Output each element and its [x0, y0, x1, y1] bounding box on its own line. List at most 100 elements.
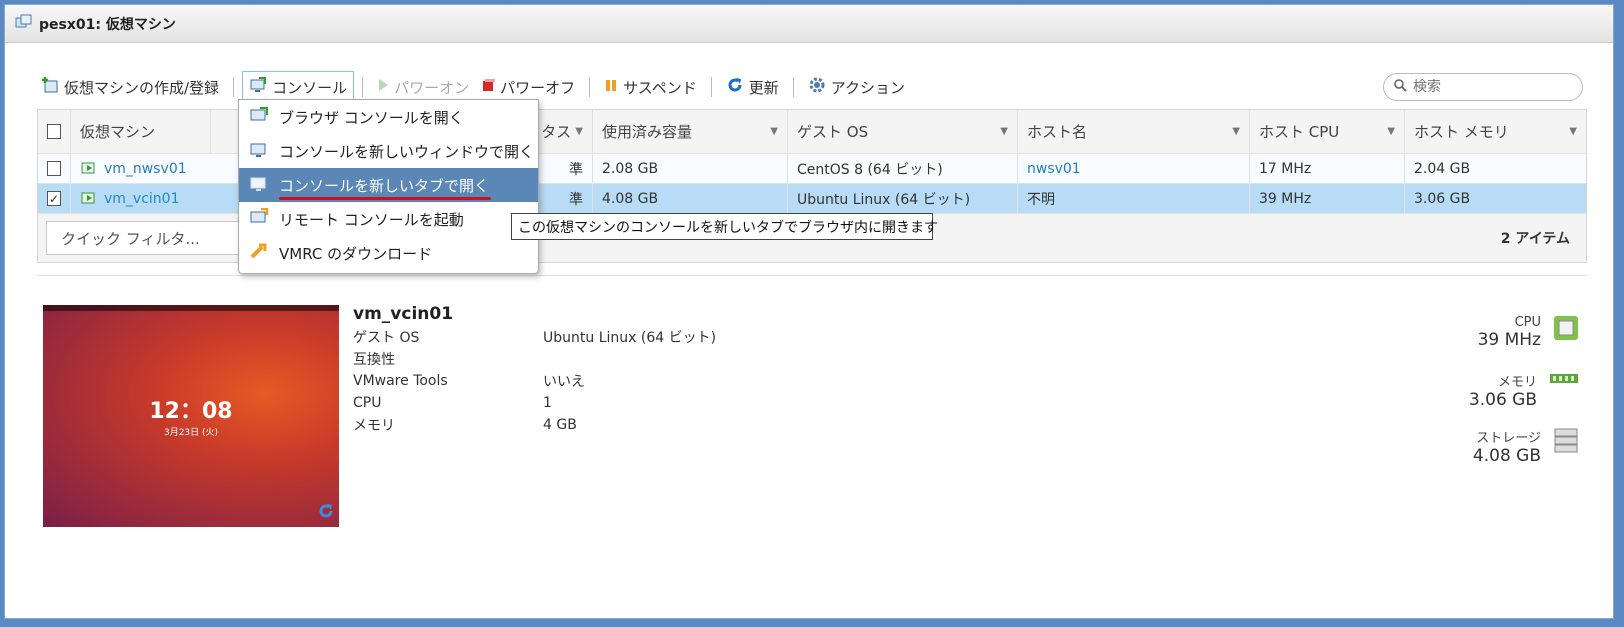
- column-header-cpu[interactable]: ホスト CPU ▼: [1250, 110, 1405, 153]
- row-checkbox[interactable]: [47, 161, 61, 176]
- storage-icon: [1553, 427, 1579, 457]
- host-cell: 不明: [1018, 184, 1250, 213]
- column-header-memory[interactable]: ホスト メモリ ▼: [1405, 110, 1586, 153]
- property-row: 互換性: [353, 348, 716, 370]
- menu-item-label: ブラウザ コンソールを開く: [279, 108, 464, 127]
- refresh-button[interactable]: 更新: [720, 72, 785, 102]
- column-label: ホスト CPU: [1259, 123, 1340, 141]
- resource-memory: メモリ 3.06 GB: [1399, 371, 1579, 427]
- select-all-checkbox[interactable]: [47, 124, 61, 139]
- menu-item-open-browser-console[interactable]: ブラウザ コンソールを開く: [239, 100, 538, 134]
- property-row: VMware Tools いいえ: [353, 370, 716, 392]
- console-thumbnail[interactable]: 12：08 3月23日 (火): [43, 305, 339, 527]
- cpu-value: 17 MHz: [1259, 160, 1312, 177]
- vm-properties: ゲスト OS Ubuntu Linux (64 ビット) 互換性 VMware T…: [353, 326, 716, 436]
- status-value: 準: [569, 161, 583, 178]
- suspend-label: サスペンド: [623, 78, 697, 97]
- column-label: 仮想マシン: [80, 123, 156, 141]
- property-key: ゲスト OS: [353, 330, 420, 346]
- property-value: いいえ: [543, 374, 585, 390]
- used-cell: 2.08 GB: [593, 154, 788, 183]
- remote-console-icon: [249, 207, 269, 230]
- host-link[interactable]: nwsv01: [1027, 161, 1081, 177]
- used-cell: 4.08 GB: [593, 184, 788, 213]
- search-input[interactable]: [1413, 79, 1573, 95]
- menu-item-launch-remote-console[interactable]: リモート コンソールを起動: [239, 202, 538, 236]
- memory-icon: [1549, 371, 1579, 391]
- guest-os-value: CentOS 8 (64 ビット): [797, 161, 943, 178]
- toolbar-separator: [362, 77, 364, 97]
- chevron-down-icon: ▼: [770, 126, 778, 137]
- chevron-down-icon: ▼: [1000, 126, 1008, 137]
- status-value: 準: [569, 191, 583, 208]
- property-row: メモリ 4 GB: [353, 414, 716, 436]
- menu-item-download-vmrc[interactable]: VMRC のダウンロード: [239, 236, 538, 270]
- cpu-cell: 39 MHz: [1250, 184, 1405, 213]
- column-header-name[interactable]: 仮想マシン: [71, 110, 211, 153]
- vm-icon: [80, 159, 98, 179]
- resource-label: ストレージ: [1476, 431, 1541, 446]
- column-label: ホスト メモリ: [1414, 123, 1509, 141]
- property-value: 4 GB: [543, 417, 577, 433]
- row-select-cell[interactable]: ✓: [38, 184, 71, 213]
- detail-vm-name: vm_vcin01: [353, 304, 454, 324]
- search-box[interactable]: [1383, 73, 1583, 101]
- resource-label: CPU: [1514, 315, 1541, 330]
- used-value: 4.08 GB: [602, 190, 659, 207]
- property-key: VMware Tools: [353, 373, 448, 389]
- memory-cell: 2.04 GB: [1405, 154, 1586, 183]
- property-row: ゲスト OS Ubuntu Linux (64 ビット): [353, 326, 716, 348]
- actions-button[interactable]: アクション: [802, 72, 911, 102]
- vm-name-link[interactable]: vm_nwsv01: [104, 161, 187, 177]
- suspend-button[interactable]: サスペンド: [598, 73, 703, 102]
- browser-console-icon: [249, 106, 269, 128]
- toolbar-separator: [710, 77, 712, 97]
- power-off-button[interactable]: パワーオフ: [475, 73, 581, 102]
- row-checkbox-checked[interactable]: ✓: [47, 191, 61, 206]
- property-value: 1: [543, 395, 552, 411]
- chevron-down-icon: ▼: [1387, 126, 1395, 137]
- select-all-cell[interactable]: [38, 110, 71, 153]
- vm-name-link[interactable]: vm_vcin01: [104, 191, 179, 207]
- column-label: ゲスト OS: [797, 123, 869, 141]
- create-vm-label: 仮想マシンの作成/登録: [64, 78, 220, 97]
- create-vm-button[interactable]: 仮想マシンの作成/登録: [35, 72, 225, 102]
- power-on-label: パワーオン: [394, 78, 470, 97]
- menu-tooltip: この仮想マシンのコンソールを新しいタブでブラウザ内に開きます: [511, 213, 938, 240]
- column-label: ホスト名: [1027, 123, 1088, 141]
- stop-icon: [481, 78, 496, 96]
- column-label: 使用済み容量: [602, 123, 693, 141]
- column-header-guest-os[interactable]: ゲスト OS ▼: [788, 110, 1018, 153]
- toolbar-separator: [792, 77, 794, 97]
- menu-item-open-new-tab[interactable]: コンソールを新しいタブで開く: [239, 168, 538, 202]
- refresh-label: 更新: [748, 78, 779, 97]
- used-value: 2.08 GB: [602, 160, 659, 177]
- guest-os-value: Ubuntu Linux (64 ビット): [797, 191, 971, 208]
- desktop-clock: 12：08: [149, 399, 233, 424]
- property-value: Ubuntu Linux (64 ビット): [543, 330, 717, 346]
- search-icon: [1394, 78, 1407, 96]
- column-header-host[interactable]: ホスト名 ▼: [1018, 110, 1250, 153]
- memory-value: 2.04 GB: [1414, 160, 1471, 177]
- refresh-thumbnail-icon[interactable]: [317, 502, 335, 524]
- quick-filter-dropdown[interactable]: クイック フィルタ...: [46, 221, 256, 255]
- power-on-button[interactable]: パワーオン: [371, 73, 475, 102]
- menu-item-label: リモート コンソールを起動: [279, 210, 464, 229]
- toolbar-separator: [233, 77, 235, 97]
- red-underline-annotation: [279, 197, 491, 200]
- property-key: CPU: [353, 395, 382, 411]
- desktop-topbar: [43, 305, 339, 311]
- column-header-used[interactable]: 使用済み容量 ▼: [593, 110, 788, 153]
- chevron-down-icon: ▼: [1232, 126, 1240, 137]
- console-label: コンソール: [272, 78, 348, 97]
- host-cell: nwsv01: [1018, 154, 1250, 183]
- row-select-cell[interactable]: [38, 154, 71, 183]
- menu-item-open-new-window[interactable]: コンソールを新しいウィンドウで開く: [239, 134, 538, 168]
- property-key: 互換性: [353, 352, 395, 368]
- menu-item-label: コンソールを新しいウィンドウで開く: [279, 142, 535, 161]
- resource-label: メモリ: [1497, 375, 1537, 390]
- section-divider: [37, 275, 1587, 276]
- pause-icon: [604, 78, 618, 96]
- quick-filter-label: クイック フィルタ...: [61, 229, 200, 248]
- actions-label: アクション: [830, 78, 906, 97]
